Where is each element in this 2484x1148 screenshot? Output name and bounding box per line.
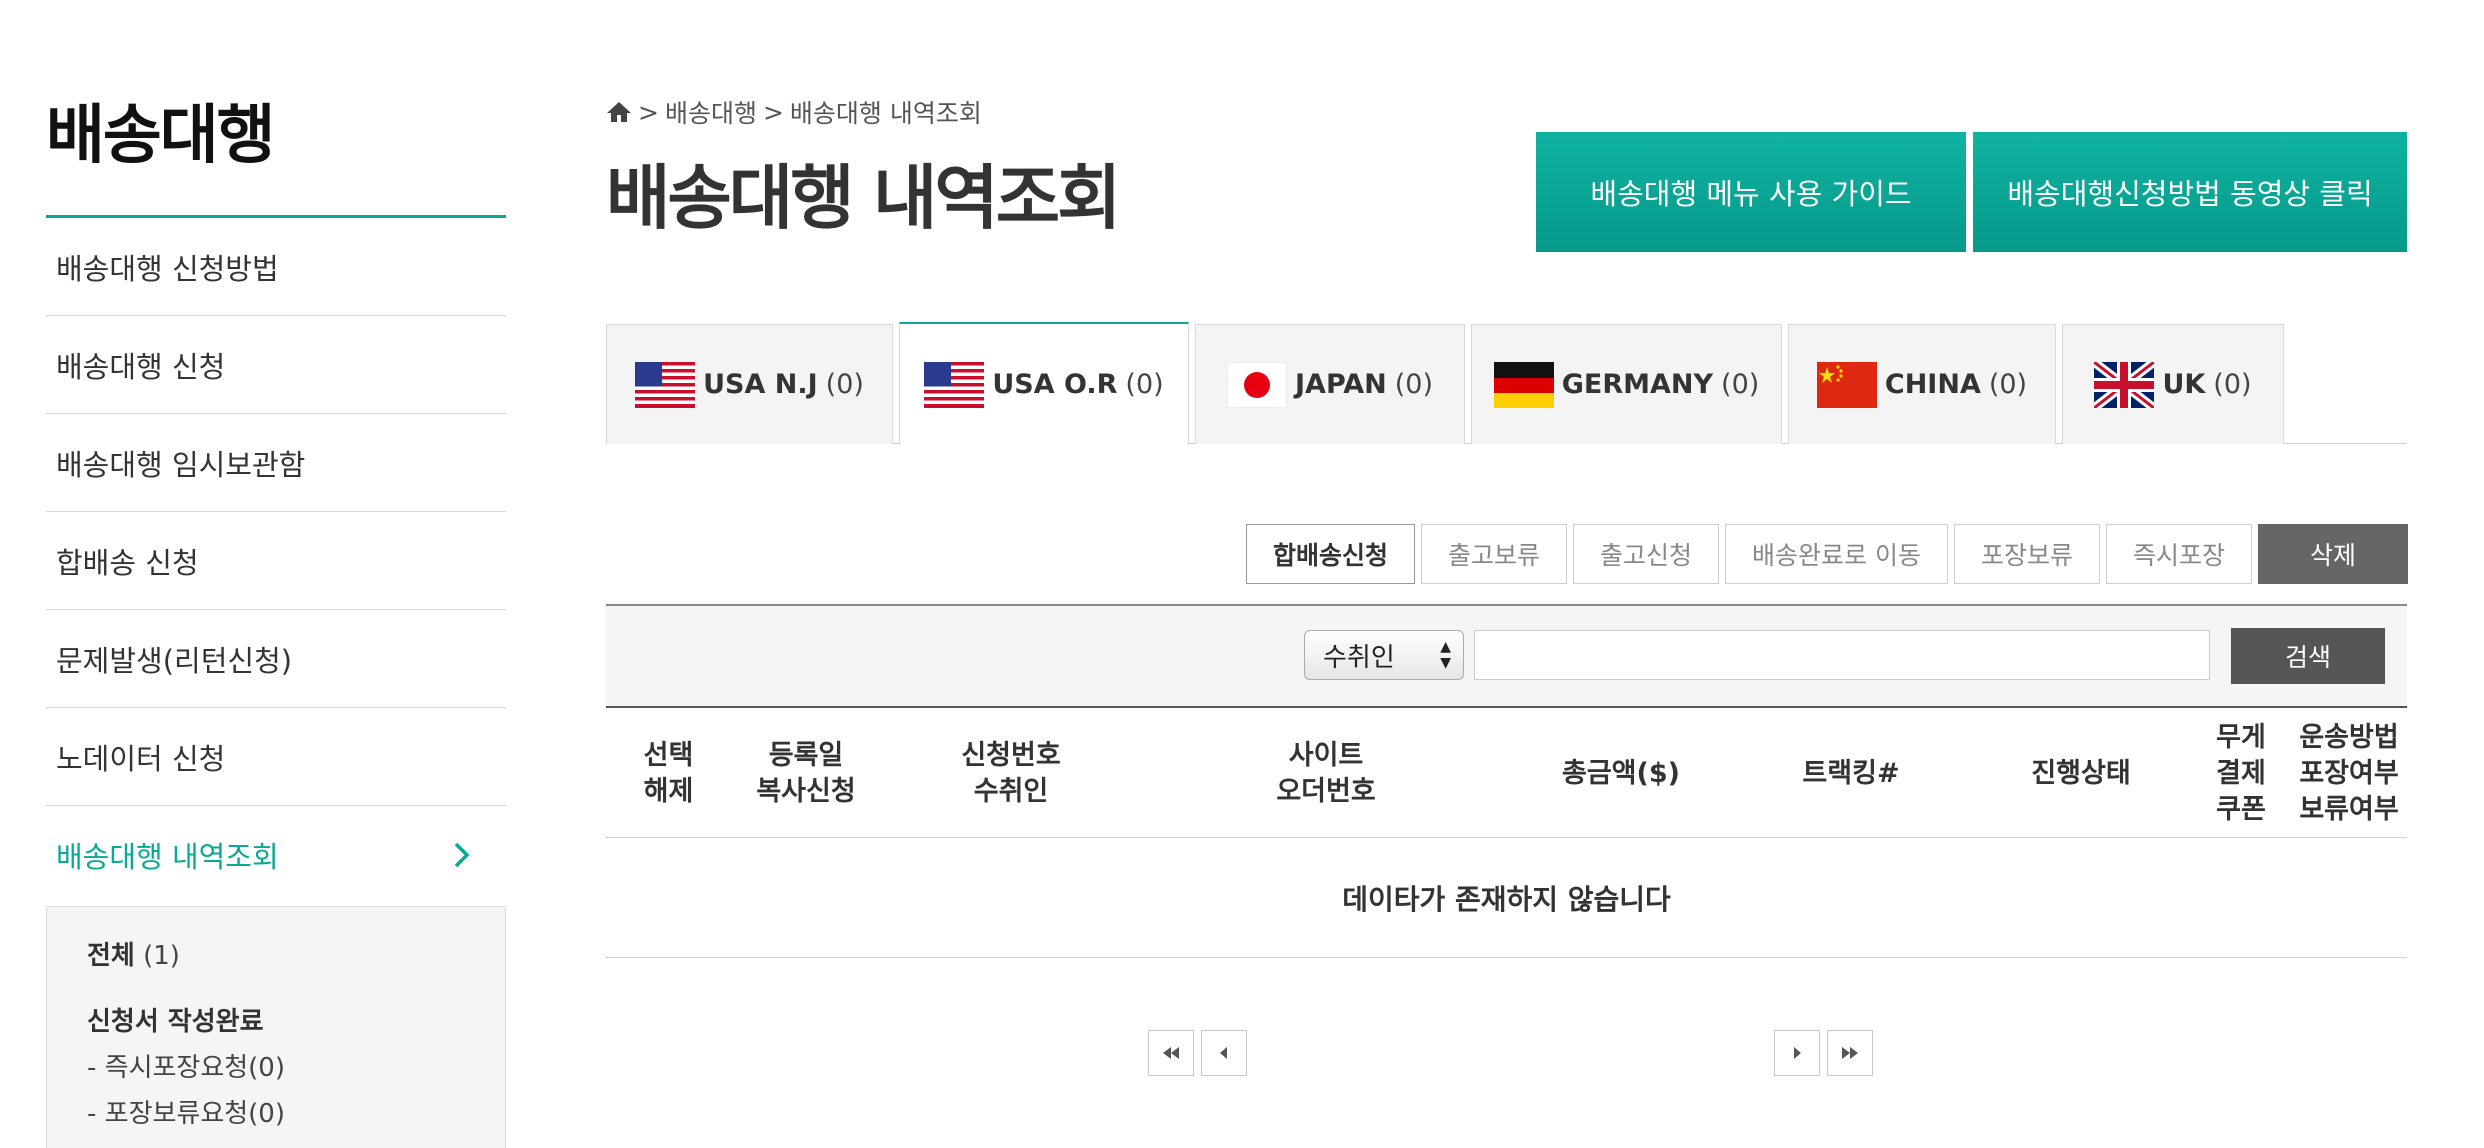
- submenu-all-label: 전체: [87, 941, 135, 971]
- delete-button[interactable]: 삭제: [2258, 524, 2408, 584]
- tab-label: USA O.R: [992, 369, 1118, 400]
- tab-germany[interactable]: GERMANY (0): [1471, 324, 1782, 444]
- search-bar: 수취인 ▲ ▼ 검색: [606, 604, 2407, 708]
- breadcrumb-item[interactable]: 배송대행: [665, 94, 757, 130]
- double-chevron-right-icon: [1842, 1047, 1858, 1059]
- move-to-delivered-button[interactable]: 배송완료로 이동: [1725, 524, 1948, 584]
- column-header-site: 사이트 오더번호: [1276, 740, 1376, 807]
- last-page-button[interactable]: [1827, 1030, 1873, 1076]
- empty-message: 데이타가 존재하지 않습니다: [606, 838, 2407, 958]
- combine-shipping-button[interactable]: 합배송신청: [1245, 524, 1415, 584]
- uk-flag-icon: [2094, 361, 2155, 408]
- sidebar-item-label: 배송대행 임시보관함: [56, 447, 306, 482]
- column-header-shipping: 운송방법 포장여부 보류여부: [2299, 722, 2399, 825]
- column-header-select[interactable]: 선택 해제: [606, 710, 731, 838]
- tab-label: CHINA: [1884, 369, 1981, 400]
- tab-label: GERMANY: [1561, 369, 1714, 400]
- sidebar-title: 배송대행: [46, 99, 276, 173]
- tab-count: (0): [825, 369, 864, 400]
- sidebar-item-label: 합배송 신청: [56, 545, 199, 580]
- prev-page-button[interactable]: [1201, 1030, 1247, 1076]
- search-field-value: 수취인: [1323, 642, 1395, 673]
- tab-uk[interactable]: UK (0): [2062, 324, 2284, 444]
- china-flag-icon: [1816, 361, 1877, 408]
- table-header: 선택 해제 등록일 복사신청 신청번호 수취인 사이트 오더번호 총금액($) …: [606, 710, 2407, 838]
- sidebar-item-no-data[interactable]: 노데이터 신청: [46, 708, 506, 806]
- submenu-item-instant-packing[interactable]: - 즉시포장요청(0): [87, 1045, 465, 1091]
- breadcrumb: > 배송대행 > 배송대행 내역조회: [606, 94, 982, 130]
- breadcrumb-separator: >: [638, 97, 659, 127]
- sidebar-item-history[interactable]: 배송대행 내역조회: [46, 806, 506, 904]
- tab-china[interactable]: CHINA (0): [1788, 324, 2056, 444]
- first-page-button[interactable]: [1148, 1030, 1194, 1076]
- breadcrumb-separator: >: [762, 97, 784, 127]
- tab-count: (0): [1988, 369, 2028, 400]
- menu-guide-button[interactable]: 배송대행 메뉴 사용 가이드: [1536, 132, 1966, 252]
- search-button[interactable]: 검색: [2231, 628, 2385, 684]
- usa-flag-icon: [924, 361, 985, 408]
- country-tabs: USA N.J (0) USA O.R (0) JAPAN (0) GERMAN…: [606, 322, 2407, 445]
- column-header-total: 총금액($): [1562, 758, 1680, 789]
- release-request-button[interactable]: 출고신청: [1573, 524, 1720, 584]
- sidebar-item-combined-shipping[interactable]: 합배송 신청: [46, 512, 506, 610]
- double-chevron-left-icon: [1163, 1047, 1179, 1059]
- chevron-right-icon: [454, 842, 470, 868]
- sidebar-item-temp-storage[interactable]: 배송대행 임시보관함: [46, 414, 506, 512]
- select-arrows-icon: ▲ ▼: [1440, 639, 1451, 671]
- sidebar-item-label: 배송대행 내역조회: [56, 840, 279, 874]
- next-page-button[interactable]: [1774, 1030, 1820, 1076]
- sidebar-menu: 배송대행 신청방법 배송대행 신청 배송대행 임시보관함 합배송 신청 문제발생…: [46, 218, 506, 904]
- column-header-request-no: 신청번호 수취인: [961, 740, 1061, 807]
- search-field-select[interactable]: 수취인 ▲ ▼: [1304, 630, 1464, 680]
- sidebar-item-apply-method[interactable]: 배송대행 신청방법: [46, 218, 506, 316]
- submenu-group-title[interactable]: 신청서 작성완료: [87, 999, 465, 1045]
- sidebar-item-return-request[interactable]: 문제발생(리턴신청): [46, 610, 506, 708]
- home-icon[interactable]: [606, 100, 632, 124]
- submenu-all[interactable]: 전체 (1): [87, 933, 465, 979]
- sidebar-item-apply[interactable]: 배송대행 신청: [46, 316, 506, 414]
- search-input[interactable]: [1474, 630, 2210, 680]
- tab-count: (0): [1394, 369, 1433, 400]
- tab-japan[interactable]: JAPAN (0): [1195, 324, 1465, 444]
- chevron-right-icon: [1794, 1047, 1801, 1059]
- hold-release-button[interactable]: 출고보류: [1420, 524, 1567, 584]
- chevron-left-icon: [1220, 1047, 1227, 1059]
- column-header-status: 진행상태: [2031, 758, 2131, 789]
- tab-label: JAPAN: [1295, 369, 1387, 400]
- sidebar-item-label: 배송대행 신청방법: [56, 251, 279, 286]
- submenu-all-count: (1): [143, 941, 180, 971]
- page-title: 배송대행 내역조회: [606, 157, 1122, 239]
- tab-count: (0): [1125, 369, 1164, 400]
- japan-flag-icon: [1227, 361, 1287, 408]
- submenu-item-hold-packing[interactable]: - 포장보류요청(0): [87, 1091, 465, 1137]
- sidebar-submenu: 전체 (1) 신청서 작성완료 - 즉시포장요청(0) - 포장보류요청(0): [46, 906, 506, 1148]
- tab-count: (0): [1721, 369, 1760, 400]
- column-header-tracking: 트랙킹#: [1802, 758, 1900, 789]
- column-header-date: 등록일 복사신청: [756, 740, 856, 807]
- sidebar-item-label: 노데이터 신청: [56, 741, 226, 776]
- video-guide-button[interactable]: 배송대행신청방법 동영상 클릭: [1973, 132, 2407, 252]
- tab-usa-or[interactable]: USA O.R (0): [899, 322, 1189, 445]
- instant-packing-button[interactable]: 즉시포장: [2105, 524, 2252, 584]
- sidebar-item-label: 문제발생(리턴신청): [56, 643, 293, 678]
- tab-usa-nj[interactable]: USA N.J (0): [606, 324, 893, 444]
- tab-count: (0): [2213, 369, 2252, 400]
- column-header-weight: 무게 결제 쿠폰: [2216, 722, 2266, 825]
- breadcrumb-item-current: 배송대행 내역조회: [789, 99, 982, 128]
- hold-packing-button[interactable]: 포장보류: [1953, 524, 2100, 584]
- usa-flag-icon: [635, 361, 696, 408]
- sidebar-item-label: 배송대행 신청: [56, 349, 226, 384]
- tab-label: USA N.J: [703, 369, 818, 400]
- tab-label: UK: [2162, 369, 2206, 400]
- action-toolbar: 합배송신청 출고보류 출고신청 배송완료로 이동 포장보류 즉시포장 삭제: [1245, 524, 2408, 584]
- germany-flag-icon: [1493, 361, 1554, 408]
